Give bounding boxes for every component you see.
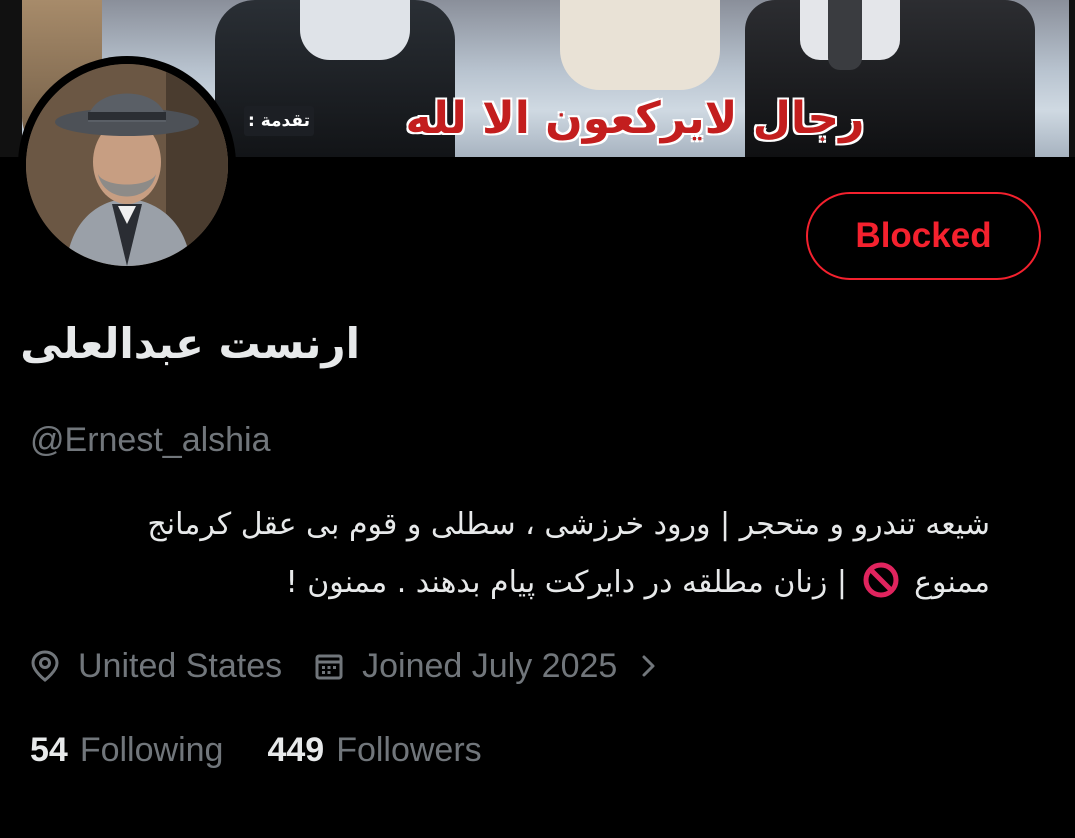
following-label: Following <box>79 731 224 769</box>
profile-bio: شیعه تندرو و متحجر | ورود خرزشی ، سطلی و… <box>30 496 990 612</box>
followers-label: Followers <box>336 731 482 769</box>
avatar[interactable] <box>18 56 236 274</box>
user-handle: @Ernest_alshia <box>30 421 271 459</box>
display-name: ارنست عبدالعلی <box>20 319 360 368</box>
calendar-icon <box>315 654 343 680</box>
banner-frame-left <box>0 0 22 157</box>
joined-item: Joined July 2025 <box>282 640 617 692</box>
bio-text: | زنان مطلقه در دایرکت پیام بدهند . ممنو… <box>285 565 848 600</box>
banner-frame-right <box>1069 0 1075 157</box>
profile-page: تقدمة : رجال لايركعون الا لله Blocked ار… <box>0 0 1075 838</box>
bio-line: شیعه تندرو و متحجر | ورود خرزشی ، سطلی و… <box>30 496 990 554</box>
bio-text: ممنوع <box>914 565 990 600</box>
banner-figure-collar <box>300 0 410 60</box>
bio-line-content: ممنوع | زنان مطلقه در دایرکت پیام بدهند … <box>220 554 990 612</box>
location-item: United States <box>30 640 282 692</box>
profile-meta: United States Joined July 2025 <box>30 640 659 692</box>
chevron-right-icon[interactable] <box>639 651 659 681</box>
banner-caption: رجال لايركعون الا لله <box>405 93 865 144</box>
following-link[interactable]: 54 Following <box>30 724 223 776</box>
avatar-portrait-icon <box>26 64 228 266</box>
bio-text: شیعه تندرو و متحجر | ورود خرزشی ، سطلی و… <box>147 507 990 542</box>
banner-caption-small: تقدمة : <box>244 106 314 136</box>
banner-figure <box>560 0 720 90</box>
followers-count: 449 <box>267 731 325 769</box>
banner-figure-tie <box>828 0 862 70</box>
following-count: 54 <box>30 731 68 769</box>
blocked-button[interactable]: Blocked <box>806 192 1041 280</box>
location-text: United States <box>78 647 283 685</box>
profile-stats: 54 Following 449 Followers <box>30 724 482 776</box>
location-pin-icon <box>31 650 59 682</box>
bio-line: ممنوع | زنان مطلقه در دایرکت پیام بدهند … <box>30 554 990 612</box>
joined-text: Joined July 2025 <box>362 647 618 685</box>
followers-link[interactable]: 449 Followers <box>267 724 481 776</box>
no-entry-emoji-icon <box>863 562 899 598</box>
avatar-image <box>26 64 228 266</box>
